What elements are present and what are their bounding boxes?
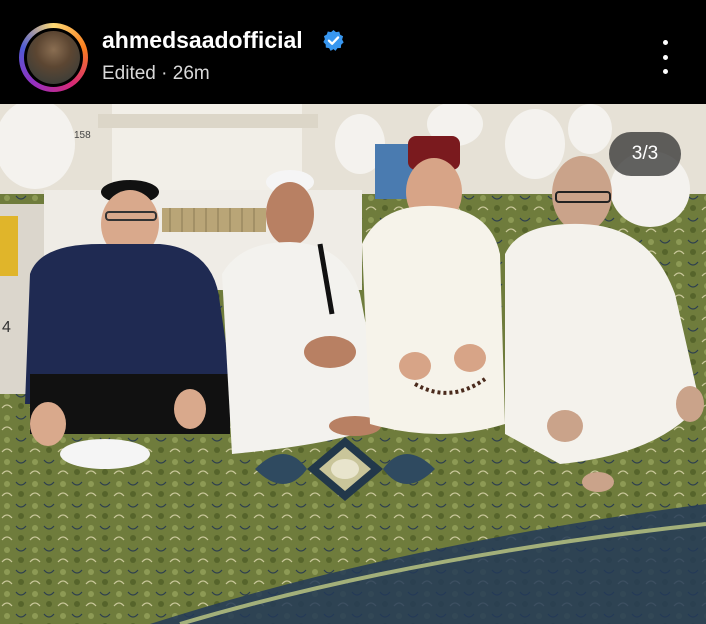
avatar-image xyxy=(27,31,80,84)
more-options-button[interactable] xyxy=(652,40,678,74)
meta-separator: · xyxy=(161,63,168,84)
svg-text:4: 4 xyxy=(2,319,11,336)
avatar-story-ring[interactable] xyxy=(19,23,88,92)
photo-scene: 4 158 xyxy=(0,104,706,624)
verified-badge-icon xyxy=(323,29,344,51)
post-header: ahmedsaadofficial Edited · 26m xyxy=(0,0,706,104)
svg-text:158: 158 xyxy=(74,130,91,141)
avatar[interactable] xyxy=(24,28,83,87)
edited-label: Edited xyxy=(102,63,156,84)
more-dot xyxy=(662,69,668,74)
post-meta: Edited · 26m xyxy=(102,63,210,85)
post-photo[interactable]: 4 158 3/3 xyxy=(0,104,706,624)
username[interactable]: ahmedsaadofficial xyxy=(102,27,303,54)
more-dot xyxy=(662,40,668,45)
time-ago: 26m xyxy=(172,63,210,84)
more-dot xyxy=(662,54,668,60)
carousel-counter: 3/3 xyxy=(609,132,681,176)
